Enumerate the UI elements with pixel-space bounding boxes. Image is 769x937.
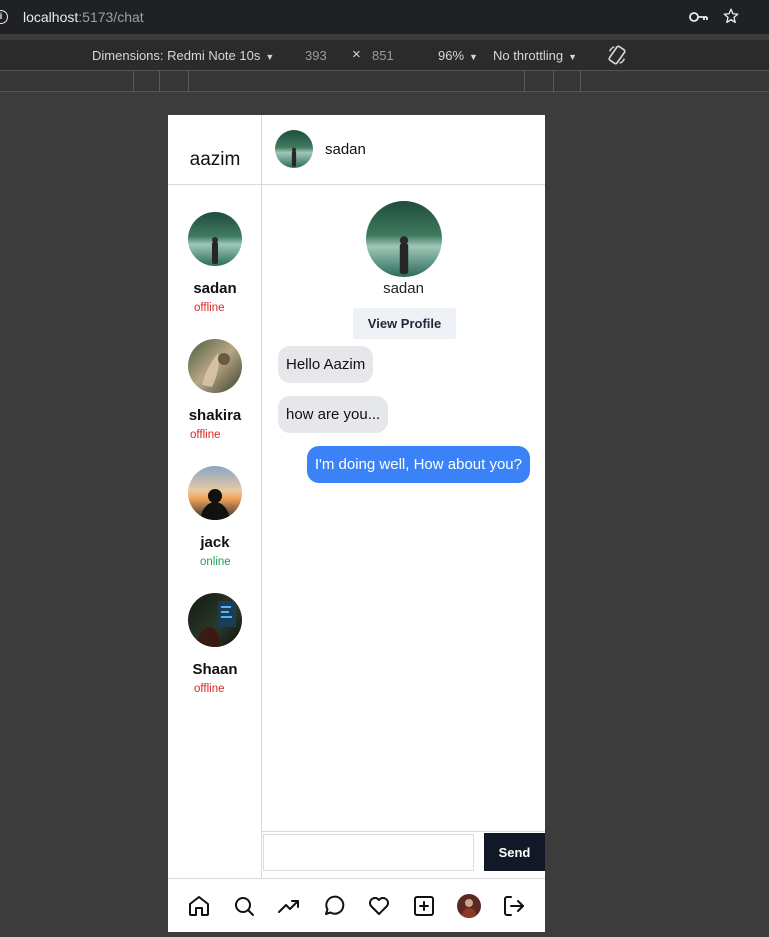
message-composer: Send xyxy=(262,831,545,879)
trending-icon[interactable] xyxy=(277,894,301,918)
dropdown-caret-icon: ▼ xyxy=(568,52,578,62)
logout-icon[interactable] xyxy=(502,894,526,918)
device-width-input[interactable]: 393 xyxy=(305,48,327,63)
url-host: localhost xyxy=(23,9,79,25)
chat-icon[interactable] xyxy=(322,894,346,918)
message-bubble-incoming: Hello Aazim xyxy=(278,346,374,383)
bookmark-star-icon[interactable] xyxy=(722,7,740,28)
contact-name: shakira xyxy=(188,407,242,424)
ruler-tick xyxy=(188,71,189,92)
dropdown-caret-icon: ▼ xyxy=(265,52,275,62)
heart-icon[interactable] xyxy=(367,894,391,918)
message-input[interactable] xyxy=(263,834,474,871)
dimension-times-sign: × xyxy=(352,46,361,63)
contacts-sidebar: aazim sadan offline shakira offline jack… xyxy=(168,115,262,878)
ruler-tick xyxy=(159,71,160,92)
view-profile-button[interactable]: View Profile xyxy=(353,308,456,339)
contact-name: sadan xyxy=(193,280,237,297)
chat-header-avatar[interactable] xyxy=(275,130,313,168)
contact-status: online xyxy=(200,556,231,568)
site-info-icon[interactable]: i xyxy=(0,10,8,24)
chat-messages-area: sadan View Profile Hello Aazim how are y… xyxy=(262,185,545,831)
profile-avatar xyxy=(366,201,442,277)
mobile-viewport: aazim sadan offline shakira offline jack… xyxy=(168,115,545,932)
avatar xyxy=(188,212,242,266)
avatar xyxy=(188,466,242,520)
current-username: aazim xyxy=(189,149,241,170)
contact-name: Shaan xyxy=(192,661,238,678)
ruler-tick xyxy=(553,71,554,92)
send-button[interactable]: Send xyxy=(484,833,545,871)
bottom-navigation xyxy=(168,878,545,932)
avatar xyxy=(188,593,242,647)
url-path: :5173/chat xyxy=(78,9,144,25)
message-bubble-outgoing: I'm doing well, How about you? xyxy=(306,446,530,483)
message-bubble-incoming: how are you... xyxy=(278,396,389,433)
device-dimensions-label: Dimensions: Redmi Note 10s xyxy=(92,48,261,63)
password-key-icon[interactable] xyxy=(689,9,709,28)
dropdown-caret-icon: ▼ xyxy=(469,52,478,62)
devtools-device-toolbar: Dimensions: Redmi Note 10s ▼ 393 × 851 96… xyxy=(0,40,769,70)
avatar xyxy=(188,339,242,393)
ruler-tick xyxy=(580,71,581,92)
media-query-ruler xyxy=(0,70,769,92)
search-icon[interactable] xyxy=(232,894,256,918)
zoom-dropdown[interactable]: 96% ▼ xyxy=(438,48,478,63)
rotate-device-icon[interactable] xyxy=(606,44,628,69)
device-height-input[interactable]: 851 xyxy=(372,48,394,63)
contact-status: offline xyxy=(194,683,225,695)
home-icon[interactable] xyxy=(187,894,211,918)
address-field[interactable]: localhost:5173/chat xyxy=(23,9,144,25)
chat-header: sadan xyxy=(262,115,545,184)
zoom-label: 96% xyxy=(438,48,465,63)
ruler-tick xyxy=(133,71,134,92)
profile-avatar-nav[interactable] xyxy=(457,894,481,918)
contact-name: jack xyxy=(200,534,230,551)
contact-status: offline xyxy=(194,302,225,314)
throttling-label: No throttling xyxy=(493,48,564,63)
ruler-tick xyxy=(524,71,525,92)
contact-status: offline xyxy=(190,429,221,441)
browser-url-bar: i localhost:5173/chat xyxy=(0,0,769,34)
chat-header-name: sadan xyxy=(325,141,366,158)
throttling-dropdown[interactable]: No throttling ▼ xyxy=(493,48,577,63)
device-dimensions-dropdown[interactable]: Dimensions: Redmi Note 10s ▼ xyxy=(92,48,274,63)
plus-square-icon[interactable] xyxy=(412,894,436,918)
profile-name: sadan xyxy=(383,280,424,297)
